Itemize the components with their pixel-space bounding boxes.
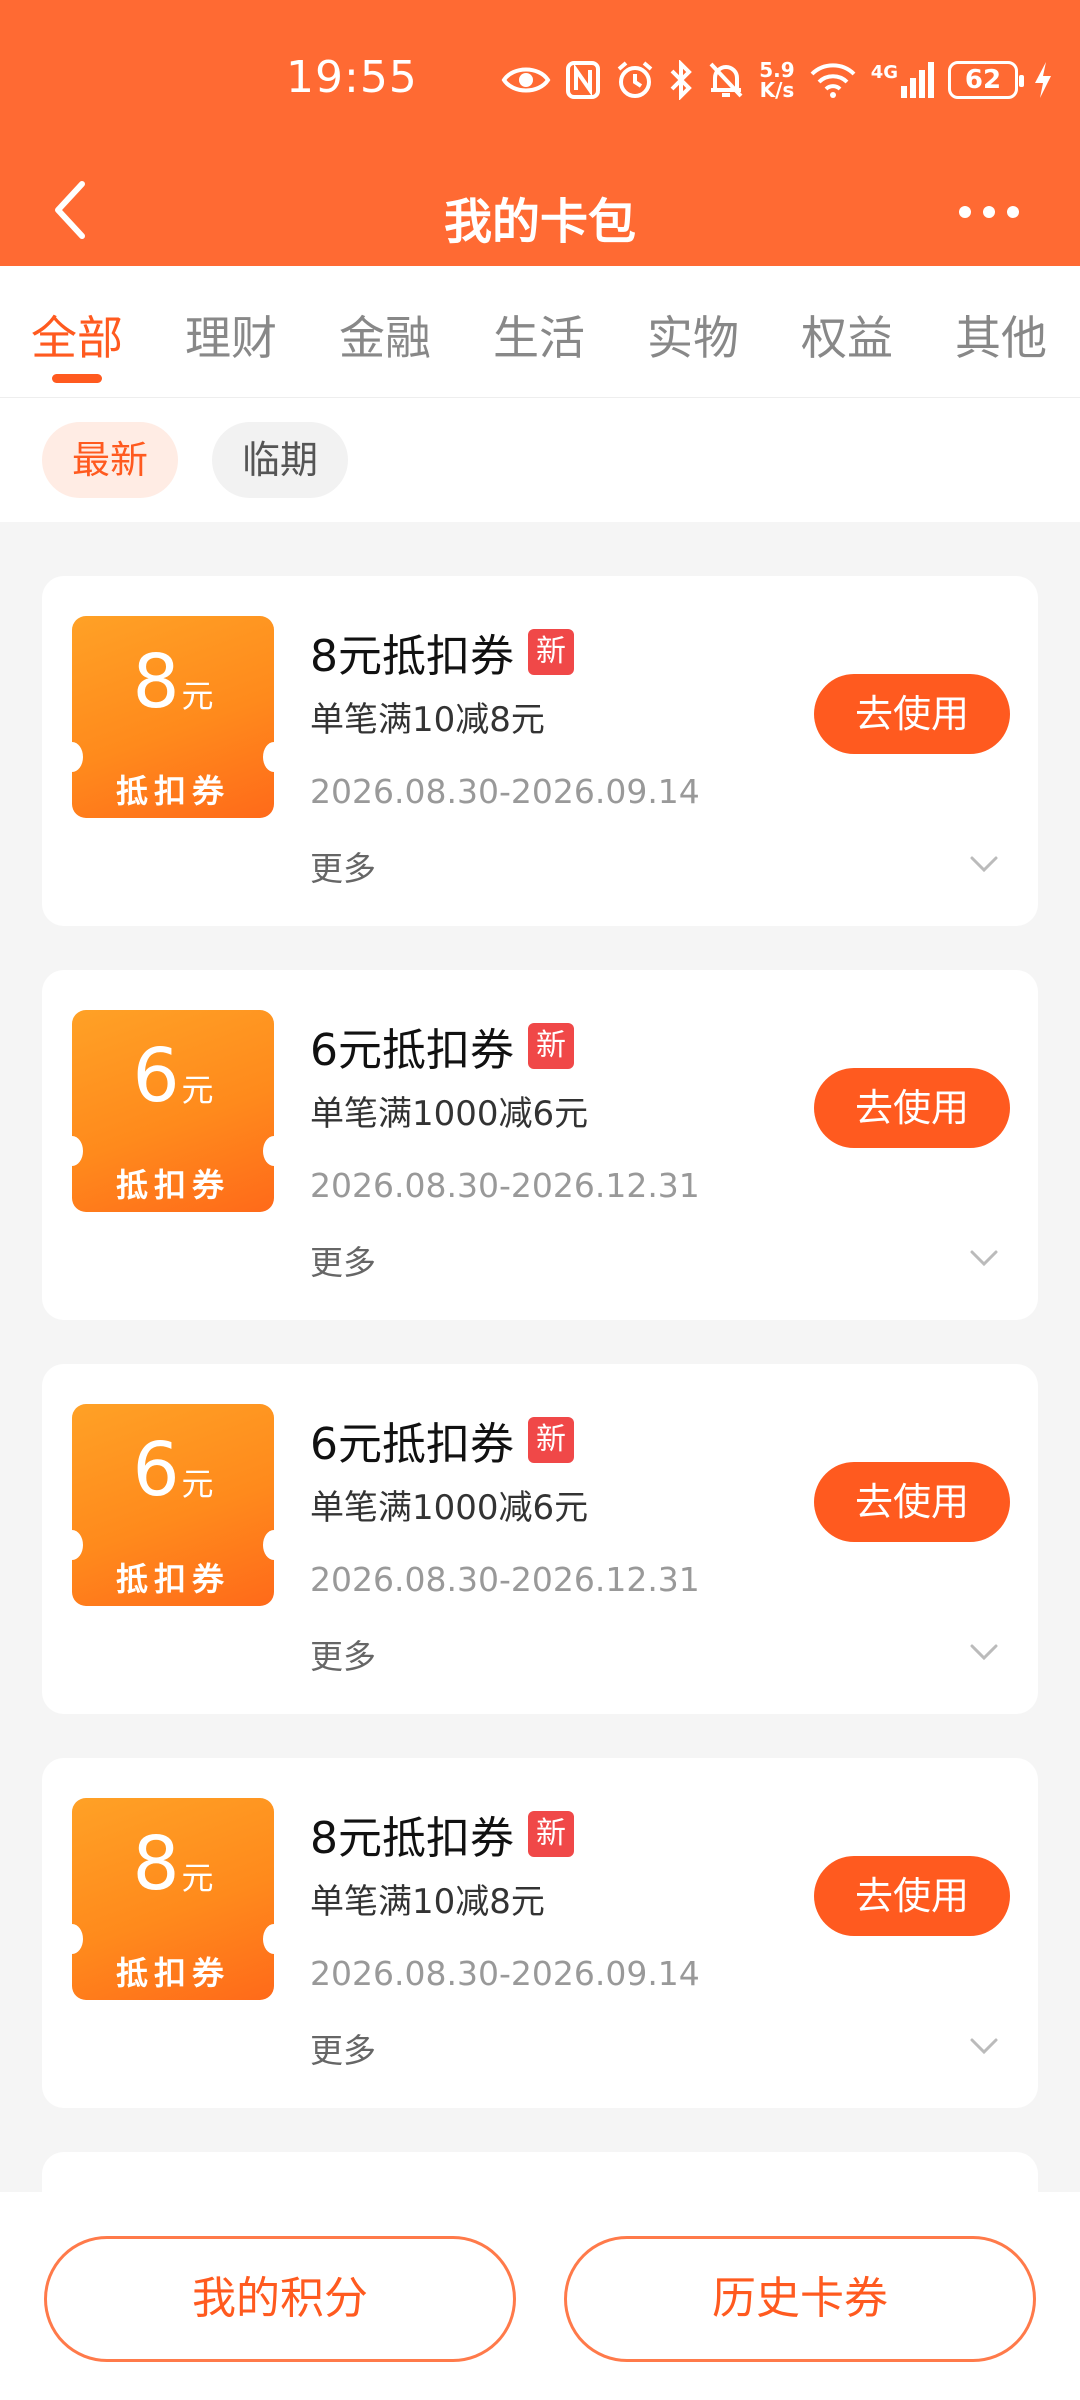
- network-speed-unit: K/s: [759, 78, 795, 102]
- cellular-signal-icon: 4G: [871, 62, 934, 98]
- coupon-card: 6 元 抵扣券 6元抵扣券 新 单笔满1000减6元 2026.08.30-20…: [42, 970, 1038, 1320]
- title-bar: 我的卡包: [0, 160, 1080, 266]
- coupon-list[interactable]: 8 元 抵扣券 8元抵扣券 新 单笔满10减8元 2026.08.30-2026…: [0, 522, 1080, 2192]
- coupon-more-link[interactable]: 更多: [310, 2024, 376, 2072]
- coupon-validity: 2026.08.30-2026.12.31: [310, 1560, 700, 1599]
- coupon-ticket: 6 元 抵扣券: [72, 1010, 274, 1212]
- tab-finance[interactable]: 金融: [325, 302, 445, 368]
- tab-wealth[interactable]: 理财: [171, 302, 291, 368]
- signal-label: 4G: [870, 62, 898, 83]
- coupon-validity: 2026.08.30-2026.09.14: [310, 772, 700, 811]
- coupon-ticket-type: 抵扣券: [115, 1954, 230, 1992]
- coupon-name: 8元抵扣券: [310, 1813, 514, 1864]
- more-options-button[interactable]: [934, 182, 1044, 242]
- app-header: 19:55 5.9 K/s 4G 62 我的卡包: [0, 0, 1080, 266]
- status-icons: 5.9 K/s 4G 62: [501, 52, 1054, 108]
- category-tabs: 全部 理财 金融 生活 实物 权益 其他: [0, 266, 1080, 398]
- battery-level: 62: [964, 65, 1002, 95]
- coupon-card: 8 元 抵扣券 8元抵扣券 新 单笔满10减8元 2026.08.30-2026…: [42, 1758, 1038, 2108]
- coupon-ticket-type: 抵扣券: [115, 772, 230, 810]
- coupon-amount: 8: [132, 639, 180, 725]
- coupon-validity: 2026.08.30-2026.12.31: [310, 1166, 700, 1205]
- history-coupons-button[interactable]: 历史卡券: [564, 2236, 1036, 2362]
- my-points-button[interactable]: 我的积分: [44, 2236, 516, 2362]
- use-coupon-button[interactable]: 去使用: [814, 1068, 1010, 1148]
- eye-icon: [501, 67, 551, 93]
- coupon-rule: 单笔满1000减6元: [310, 1488, 589, 1528]
- chevron-down-icon[interactable]: [966, 1634, 1002, 1670]
- coupon-ticket: 6 元 抵扣券: [72, 1404, 274, 1606]
- new-badge: 新: [528, 629, 574, 675]
- network-speed-value: 5.9: [759, 58, 795, 82]
- coupon-amount: 6: [132, 1033, 180, 1119]
- wifi-icon: [810, 63, 856, 98]
- network-speed: 5.9 K/s: [759, 60, 794, 100]
- more-dots-icon: [959, 206, 971, 218]
- coupon-unit: 元: [181, 1859, 214, 1897]
- coupon-ticket-type: 抵扣券: [115, 1166, 230, 1204]
- tab-other[interactable]: 其他: [941, 302, 1061, 368]
- coupon-amount: 8: [132, 1821, 180, 1907]
- coupon-rule: 单笔满10减8元: [310, 700, 545, 740]
- coupon-rule: 单笔满1000减6元: [310, 1094, 589, 1134]
- coupon-unit: 元: [181, 677, 214, 715]
- coupon-ticket: 8 元 抵扣券: [72, 616, 274, 818]
- status-time: 19:55: [286, 52, 418, 103]
- coupon-more-link[interactable]: 更多: [310, 842, 376, 890]
- coupon-unit: 元: [181, 1071, 214, 1109]
- chevron-down-icon[interactable]: [966, 846, 1002, 882]
- coupon-rule: 单笔满10减8元: [310, 1882, 545, 1922]
- use-coupon-button[interactable]: 去使用: [814, 1462, 1010, 1542]
- coupon-more-link[interactable]: 更多: [310, 1236, 376, 1284]
- use-coupon-button[interactable]: 去使用: [814, 674, 1010, 754]
- tab-goods[interactable]: 实物: [633, 302, 753, 368]
- battery-icon: 62: [948, 61, 1024, 99]
- coupon-card: 8 元 抵扣券 8元抵扣券 新 单笔满10减8元 2026.08.30-2026…: [42, 576, 1038, 926]
- tab-indicator: [52, 374, 102, 383]
- mute-bell-icon: [709, 62, 743, 98]
- status-bar: 19:55 5.9 K/s 4G 62: [0, 0, 1080, 160]
- chevron-down-icon[interactable]: [966, 1240, 1002, 1276]
- filter-bar: 最新 临期: [0, 398, 1080, 522]
- coupon-ticket: 8 元 抵扣券: [72, 1798, 274, 2000]
- coupon-name: 8元抵扣券: [310, 631, 514, 682]
- coupon-name: 6元抵扣券: [310, 1419, 514, 1470]
- bluetooth-icon: [670, 60, 693, 100]
- new-badge: 新: [528, 1023, 574, 1069]
- coupon-unit: 元: [181, 1465, 214, 1503]
- coupon-more-link[interactable]: 更多: [310, 1630, 376, 1678]
- coupon-ticket-type: 抵扣券: [115, 1560, 230, 1598]
- coupon-validity: 2026.08.30-2026.09.14: [310, 1954, 700, 1993]
- coupon-amount: 6: [132, 1427, 180, 1513]
- new-badge: 新: [528, 1417, 574, 1463]
- nfc-icon: [566, 61, 601, 99]
- new-badge: 新: [528, 1811, 574, 1857]
- coupon-name: 6元抵扣券: [310, 1025, 514, 1076]
- tab-benefits[interactable]: 权益: [787, 302, 907, 368]
- tab-life[interactable]: 生活: [479, 302, 599, 368]
- page-title: 我的卡包: [443, 194, 636, 250]
- tab-all[interactable]: 全部: [17, 302, 137, 368]
- chevron-down-icon[interactable]: [966, 2028, 1002, 2064]
- coupon-card-partial: [42, 2152, 1038, 2192]
- filter-latest[interactable]: 最新: [42, 422, 179, 498]
- bottom-action-bar: 我的积分 历史卡券: [0, 2192, 1080, 2400]
- use-coupon-button[interactable]: 去使用: [814, 1856, 1010, 1936]
- charging-bolt-icon: [1035, 62, 1051, 98]
- coupon-card: 6 元 抵扣券 6元抵扣券 新 单笔满1000减6元 2026.08.30-20…: [42, 1364, 1038, 1714]
- filter-expiring[interactable]: 临期: [212, 422, 349, 498]
- alarm-icon: [617, 61, 653, 98]
